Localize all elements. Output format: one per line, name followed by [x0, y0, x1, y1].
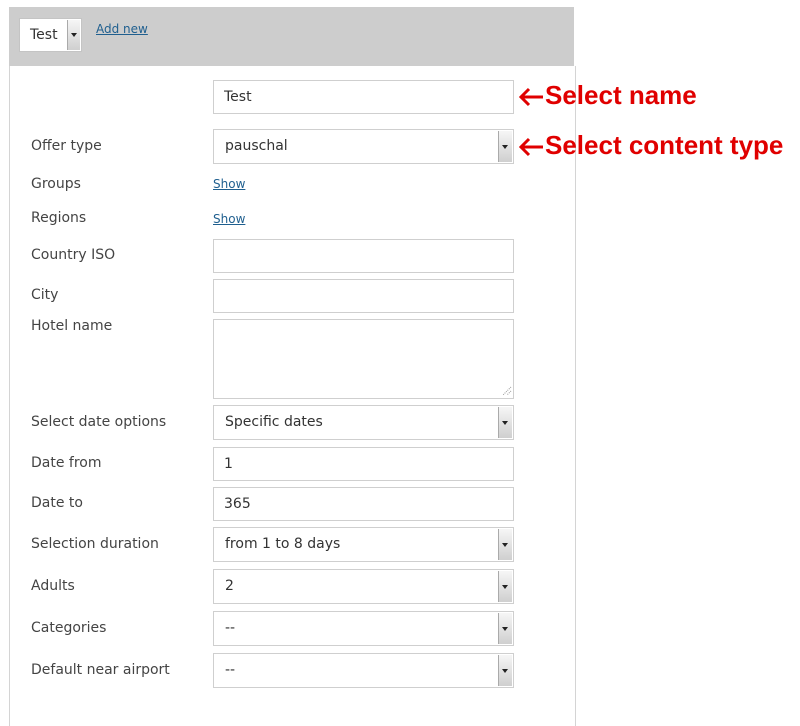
near-airport-value: --	[225, 662, 236, 678]
add-new-link[interactable]: Add new	[96, 22, 148, 36]
adults-value: 2	[225, 578, 234, 594]
chevron-down-icon[interactable]	[498, 131, 512, 162]
profile-select[interactable]: Test	[19, 18, 82, 52]
chevron-down-icon[interactable]	[498, 571, 512, 602]
date-from-label: Date from	[31, 455, 102, 471]
date-options-label: Select date options	[31, 414, 167, 430]
city-label: City	[31, 287, 59, 303]
arrow-left-icon	[518, 138, 543, 157]
chevron-down-icon[interactable]	[67, 20, 80, 50]
regions-show-link[interactable]: Show	[213, 212, 245, 226]
arrow-left-icon	[518, 88, 543, 107]
date-to-input[interactable]	[213, 487, 514, 521]
regions-label: Regions	[31, 210, 87, 226]
selection-duration-value: from 1 to 8 days	[225, 536, 341, 552]
city-input[interactable]	[213, 279, 514, 313]
annotation-select-name-text: Select name	[545, 80, 697, 110]
chevron-down-icon[interactable]	[498, 407, 512, 438]
date-options-select[interactable]: Specific dates	[213, 405, 514, 440]
near-airport-label: Default near airport	[31, 662, 170, 678]
adults-label: Adults	[31, 578, 75, 594]
categories-value: --	[225, 620, 236, 636]
offer-type-value: pauschal	[225, 138, 288, 154]
offer-type-select[interactable]: pauschal	[213, 129, 514, 164]
selection-duration-label: Selection duration	[31, 536, 159, 552]
categories-label: Categories	[31, 620, 107, 636]
date-from-input[interactable]	[213, 447, 514, 481]
country-iso-label: Country ISO	[31, 247, 116, 263]
selection-duration-select[interactable]: from 1 to 8 days	[213, 527, 514, 562]
hotel-name-textarea[interactable]	[213, 319, 514, 399]
chevron-down-icon[interactable]	[498, 655, 512, 686]
near-airport-select[interactable]: --	[213, 653, 514, 688]
categories-select[interactable]: --	[213, 611, 514, 646]
profile-select-value: Test	[30, 27, 58, 43]
offer-type-label: Offer type	[31, 138, 102, 154]
groups-show-link[interactable]: Show	[213, 177, 245, 191]
annotation-select-name: Select name	[517, 80, 697, 111]
chevron-down-icon[interactable]	[498, 613, 512, 644]
groups-label: Groups	[31, 176, 81, 192]
chevron-down-icon[interactable]	[498, 529, 512, 560]
resize-grip-icon[interactable]	[500, 384, 512, 396]
date-to-label: Date to	[31, 495, 83, 511]
country-iso-input[interactable]	[213, 239, 514, 273]
adults-select[interactable]: 2	[213, 569, 514, 604]
name-input[interactable]	[213, 80, 514, 114]
hotel-name-label: Hotel name	[31, 318, 113, 334]
top-toolbar	[9, 7, 574, 66]
date-options-value: Specific dates	[225, 414, 323, 430]
annotation-select-content-type: Select content type	[517, 130, 783, 161]
annotation-select-content-type-text: Select content type	[545, 130, 784, 160]
